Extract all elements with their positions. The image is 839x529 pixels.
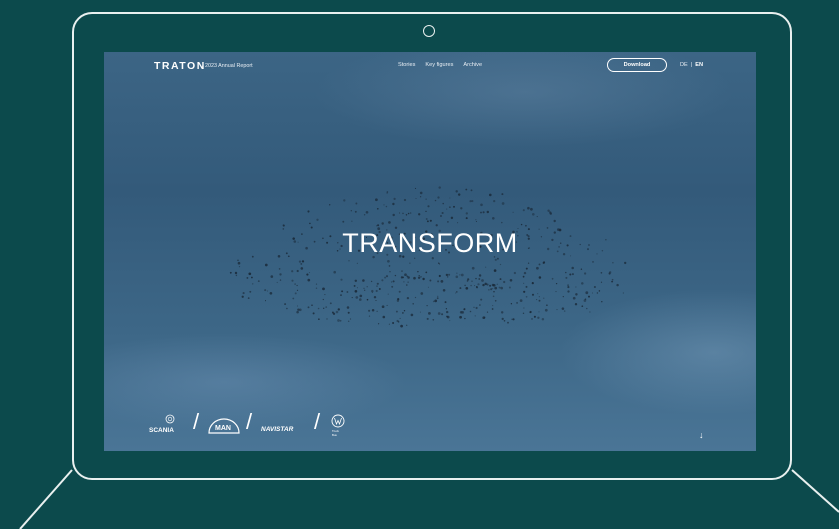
hero-title: TRANSFORM <box>342 228 518 258</box>
brand-separator: / <box>246 409 253 434</box>
brand-man[interactable]: MAN <box>215 425 231 432</box>
vw-truck-bus-label: Truck Bus <box>332 429 339 437</box>
brand-separator: / <box>193 409 200 434</box>
top-navigation: TRATON / 2023 Annual Report Stories Key … <box>104 52 756 80</box>
brand-navistar[interactable]: NAVISTAR <box>261 426 293 433</box>
lang-separator: | <box>690 62 693 68</box>
scroll-down-arrow-icon[interactable]: ↓ <box>699 430 704 440</box>
scania-griffin-icon <box>165 414 175 424</box>
lang-de[interactable]: DE <box>680 62 688 68</box>
brand-separator: / <box>314 409 321 434</box>
lang-en[interactable]: EN <box>695 62 703 68</box>
brand-logos: SCANIA / MAN / NAVISTAR / Truck Bus <box>149 409 409 444</box>
download-button[interactable]: Download <box>607 58 667 72</box>
nav-link-stories[interactable]: Stories <box>398 62 415 68</box>
nav-link-archive[interactable]: Archive <box>463 62 482 68</box>
website-screen: TRATON / 2023 Annual Report Stories Key … <box>104 52 756 451</box>
nav-links: Stories Key figures Archive <box>398 62 482 68</box>
language-switcher: DE | EN <box>680 62 703 68</box>
brand-scania[interactable]: SCANIA <box>149 427 174 434</box>
nav-link-key-figures[interactable]: Key figures <box>425 62 453 68</box>
traton-logo[interactable]: TRATON <box>154 60 206 72</box>
vw-logo-icon[interactable] <box>331 414 345 428</box>
report-subtitle: / 2023 Annual Report <box>202 63 253 69</box>
